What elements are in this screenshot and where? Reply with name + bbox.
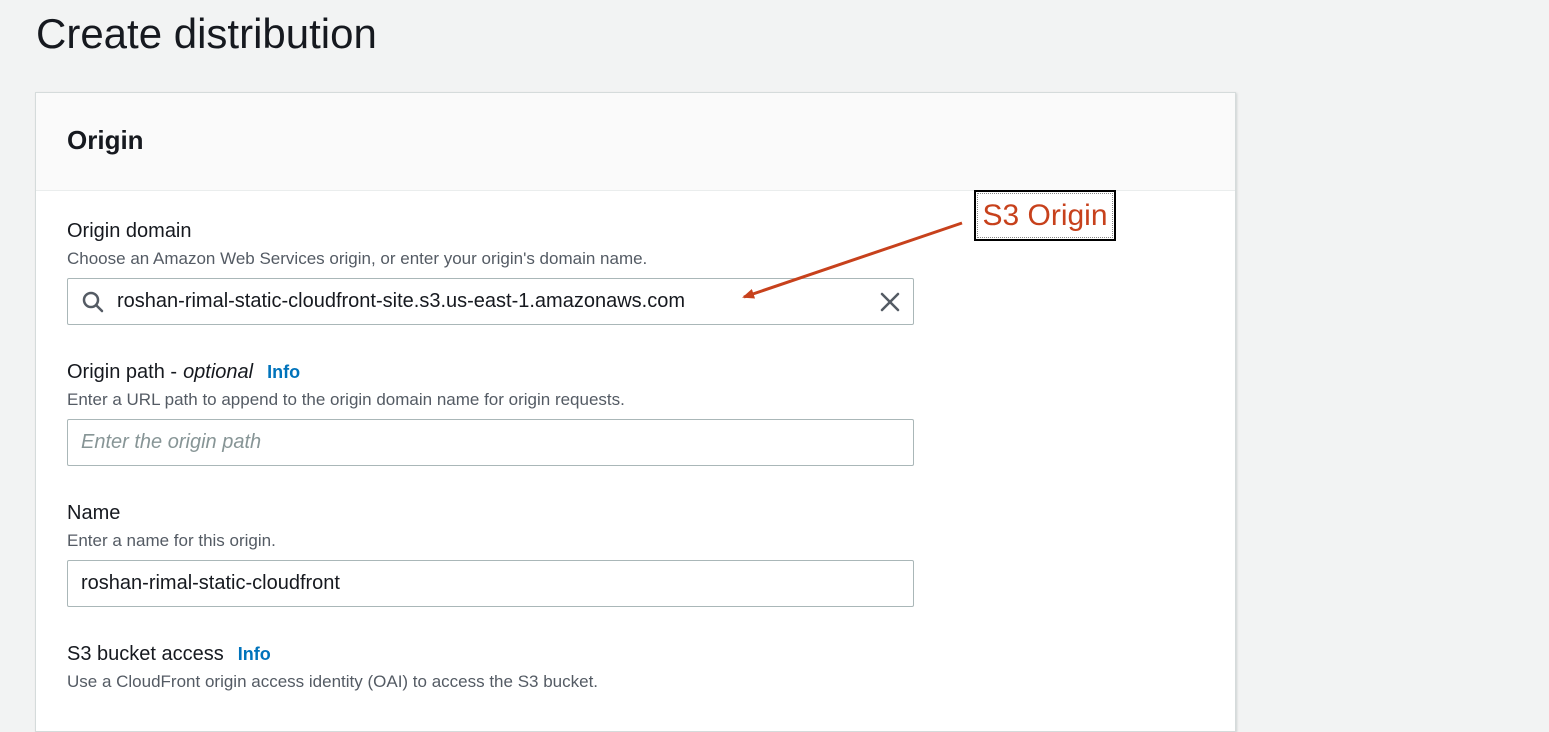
origin-domain-input[interactable]: roshan-rimal-static-cloudfront-site.s3.u… [67, 278, 914, 325]
name-label: Name [67, 500, 120, 526]
name-label-text: Name [67, 502, 121, 524]
origin-path-label-text: Origin path - [67, 361, 178, 383]
s3-bucket-access-label: S3 bucket access Info [67, 641, 271, 667]
origin-domain-label-text: Origin domain [67, 220, 192, 242]
search-icon [82, 291, 104, 312]
annotation-label: S3 Origin [974, 190, 1116, 241]
panel-title: Origin [67, 125, 144, 155]
page-title: Create distribution [36, 10, 377, 57]
close-icon[interactable] [878, 290, 902, 314]
origin-path-info-link[interactable]: Info [267, 359, 300, 385]
origin-panel: Origin Origin domain Choose an Amazon We… [35, 92, 1236, 732]
s3-bucket-access-info-link[interactable]: Info [238, 641, 271, 667]
origin-domain-value: roshan-rimal-static-cloudfront-site.s3.u… [117, 290, 685, 312]
origin-path-label: Origin path - optional Info [67, 359, 300, 385]
optional-text: optional [183, 361, 254, 383]
panel-header: Origin [36, 93, 1235, 191]
origin-domain-description: Choose an Amazon Web Services origin, or… [67, 249, 648, 268]
origin-path-placeholder: Enter the origin path [81, 431, 262, 453]
origin-domain-label: Origin domain [67, 218, 192, 244]
name-value: roshan-rimal-static-cloudfront [81, 572, 340, 594]
name-input[interactable]: roshan-rimal-static-cloudfront [67, 560, 914, 607]
origin-path-description: Enter a URL path to append to the origin… [67, 390, 625, 409]
s3-bucket-access-description: Use a CloudFront origin access identity … [67, 672, 599, 691]
name-description: Enter a name for this origin. [67, 531, 276, 550]
origin-path-input[interactable]: Enter the origin path [67, 419, 914, 466]
s3-bucket-access-label-text: S3 bucket access [67, 643, 224, 665]
